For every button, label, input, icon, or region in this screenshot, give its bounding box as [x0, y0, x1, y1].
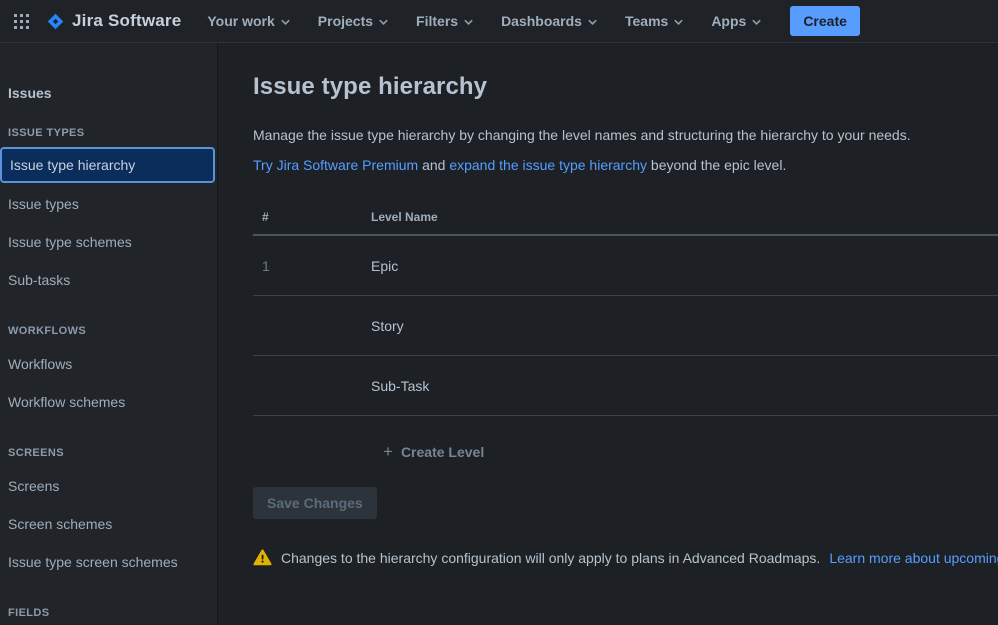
nav-item-label: Apps	[711, 13, 747, 29]
sidebar-item-issue-type-hierarchy[interactable]: Issue type hierarchy	[0, 147, 215, 183]
create-level-label: Create Level	[400, 444, 485, 460]
jira-logo[interactable]: Jira Software	[46, 11, 181, 31]
nav-item-label: Filters	[416, 13, 459, 29]
chevron-down-icon	[674, 19, 683, 25]
warning-icon	[253, 549, 272, 566]
sidebar-sections: ISSUE TYPES Issue type hierarchy Issue typ…	[0, 127, 215, 619]
sidebar-item-workflow-schemes[interactable]: Workflow schemes	[8, 383, 209, 421]
hierarchy-table: # Level Name 1 Epic Story Sub-Task	[253, 210, 998, 416]
sidebar-item-issue-type-schemes[interactable]: Issue type schemes	[8, 223, 209, 261]
create-button[interactable]: Create	[790, 6, 860, 36]
create-level-button[interactable]: + Create Level	[383, 442, 485, 461]
chevron-down-icon	[588, 19, 597, 25]
nav-item-label: Your work	[207, 13, 275, 29]
try-premium-link[interactable]: Try Jira Software Premium	[253, 157, 418, 173]
nav-item-filters[interactable]: Filters	[416, 13, 474, 29]
row-number: 1	[262, 257, 270, 274]
chevron-down-icon	[752, 19, 761, 25]
plus-icon: +	[383, 442, 393, 461]
table-header-row: # Level Name	[253, 210, 998, 236]
sidebar-item-sub-tasks[interactable]: Sub-tasks	[8, 261, 209, 299]
sidebar-item-screens[interactable]: Screens	[8, 467, 209, 505]
premium-line-end: beyond the epic level.	[647, 157, 787, 173]
nav-item-label: Projects	[317, 13, 374, 29]
main-content: Issue type hierarchy Manage the issue ty…	[218, 43, 998, 625]
jira-diamond-icon	[46, 12, 65, 31]
nav-item-label: Dashboards	[501, 13, 582, 29]
sidebar-item-workflows[interactable]: Workflows	[8, 345, 209, 383]
hierarchy-row-sub-task: Sub-Task	[253, 356, 998, 416]
nav-item-label: Teams	[624, 13, 669, 29]
primary-nav: Your work Projects Filters Dashboards Teams A…	[207, 13, 762, 29]
sidebar-item-issue-types[interactable]: Issue types	[8, 185, 209, 223]
nav-item-apps[interactable]: Apps	[711, 13, 762, 29]
warning-text: Changes to the hierarchy configuration w…	[281, 549, 821, 566]
nav-item-teams[interactable]: Teams	[625, 13, 684, 29]
app-title: Jira Software	[72, 11, 182, 30]
row-level-name: Epic	[371, 257, 399, 274]
sidebar-title: Issues	[8, 85, 52, 101]
column-header-level-name: Level Name	[371, 210, 438, 224]
sidebar-item-issue-type-screen-schemes[interactable]: Issue type screen schemes	[8, 543, 209, 581]
row-level-name: Story	[371, 317, 404, 334]
hierarchy-row-story: Story	[253, 296, 998, 356]
column-header-number: #	[262, 210, 269, 224]
warning-learn-more-link[interactable]: Learn more about upcoming updates	[829, 550, 998, 566]
row-level-name: Sub-Task	[371, 377, 430, 394]
expand-hierarchy-link[interactable]: expand the issue type hierarchy	[449, 157, 647, 173]
app-root: Jira Software Your work Projects Filters Da…	[0, 0, 998, 625]
nav-item-your-work[interactable]: Your work	[207, 13, 290, 29]
premium-line-middle: and	[418, 157, 450, 173]
sidebar-section-header: WORKFLOWS	[8, 325, 87, 337]
save-changes-button[interactable]: Save Changes	[253, 487, 377, 519]
sidebar-item-screen-schemes[interactable]: Screen schemes	[8, 505, 209, 543]
app-switcher-icon[interactable]	[14, 13, 29, 29]
chevron-down-icon	[379, 19, 388, 25]
content-area: Issues ISSUE TYPES Issue type hierarchy Is…	[0, 43, 998, 625]
table-body: 1 Epic Story Sub-Task	[253, 236, 998, 416]
sidebar-section-header: FIELDS	[8, 607, 50, 619]
nav-item-projects[interactable]: Projects	[318, 13, 389, 29]
chevron-down-icon	[464, 19, 473, 25]
nav-item-dashboards[interactable]: Dashboards	[501, 13, 598, 29]
warning-banner: Changes to the hierarchy configuration w…	[253, 549, 998, 566]
page-title: Issue type hierarchy	[253, 73, 488, 100]
premium-upsell-line: Try Jira Software Premium and expand the…	[253, 157, 998, 174]
sidebar-section-header: SCREENS	[8, 447, 64, 459]
settings-sidebar: Issues ISSUE TYPES Issue type hierarchy Is…	[0, 43, 218, 625]
chevron-down-icon	[281, 19, 290, 25]
sidebar-section-header: ISSUE TYPES	[8, 127, 85, 139]
top-nav: Jira Software Your work Projects Filters Da…	[0, 0, 998, 43]
hierarchy-row-epic: 1 Epic	[253, 236, 998, 296]
page-description: Manage the issue type hierarchy by chang…	[253, 127, 911, 143]
